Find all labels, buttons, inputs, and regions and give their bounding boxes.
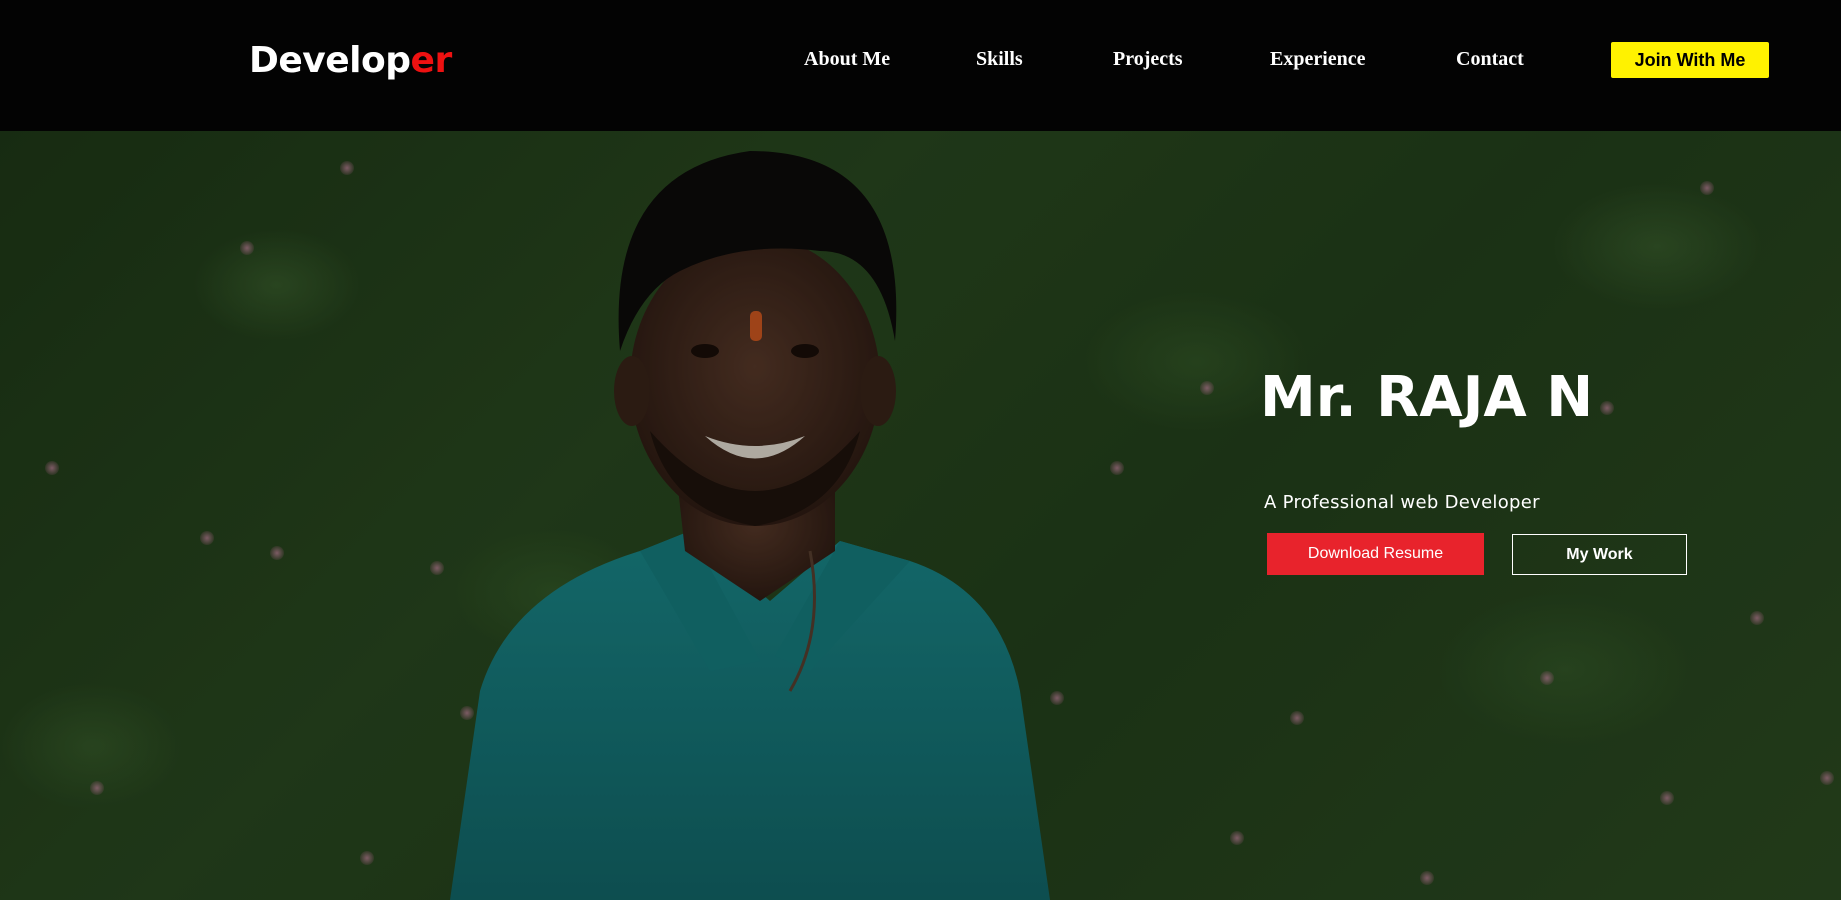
nav-link-contact[interactable]: Contact <box>1456 48 1524 71</box>
hero-section: Mr. RAJA N A Professional web Developer … <box>0 131 1841 900</box>
hero-dark-overlay <box>0 131 1841 900</box>
join-with-me-button[interactable]: Join With Me <box>1611 42 1769 78</box>
my-work-button[interactable]: My Work <box>1512 534 1687 575</box>
nav-link-about[interactable]: About Me <box>804 48 890 71</box>
navbar: Developer About Me Skills Projects Exper… <box>0 0 1841 131</box>
hero-name: Mr. RAJA N <box>1260 365 1594 430</box>
nav-link-projects[interactable]: Projects <box>1113 48 1183 71</box>
logo-text-main: Develop <box>249 40 411 81</box>
logo-text-accent: er <box>410 40 453 81</box>
site-logo[interactable]: Developer <box>249 40 452 81</box>
nav-link-experience[interactable]: Experience <box>1270 48 1366 71</box>
nav-link-skills[interactable]: Skills <box>976 48 1023 71</box>
download-resume-button[interactable]: Download Resume <box>1267 533 1484 575</box>
hero-tagline: A Professional web Developer <box>1264 492 1540 513</box>
